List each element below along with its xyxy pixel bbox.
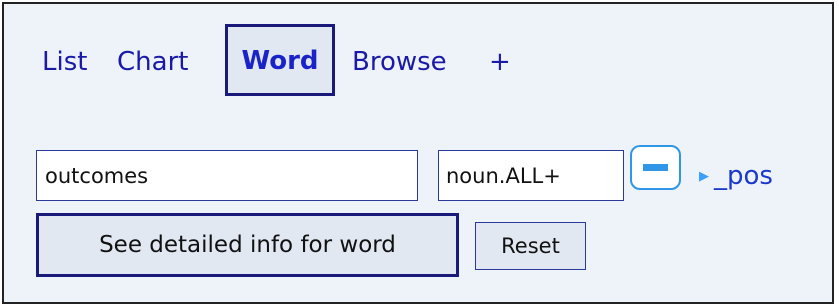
pos-field-value: noun.ALL+ [446,163,561,188]
tab-add[interactable]: + [489,46,511,78]
remove-button[interactable] [630,145,681,190]
reset-button[interactable]: Reset [475,222,586,270]
tab-browse[interactable]: Browse [352,46,447,78]
tab-chart[interactable]: Chart [117,46,188,78]
see-detailed-info-button[interactable]: See detailed info for word [36,213,459,277]
pos-field[interactable]: noun.ALL+ [438,150,624,201]
search-panel: List Chart Word Browse + noun.ALL+ ▶ _pos… [2,2,834,304]
minus-icon [643,164,668,171]
triangle-right-icon: ▶ [699,169,709,184]
tab-list[interactable]: List [42,46,87,78]
tab-word[interactable]: Word [225,24,335,96]
pos-toggle-label: _pos [714,161,773,191]
view-tabs: List Chart Word Browse + [4,4,832,114]
pos-toggle[interactable]: ▶ _pos [699,160,773,193]
word-input[interactable] [36,150,418,201]
